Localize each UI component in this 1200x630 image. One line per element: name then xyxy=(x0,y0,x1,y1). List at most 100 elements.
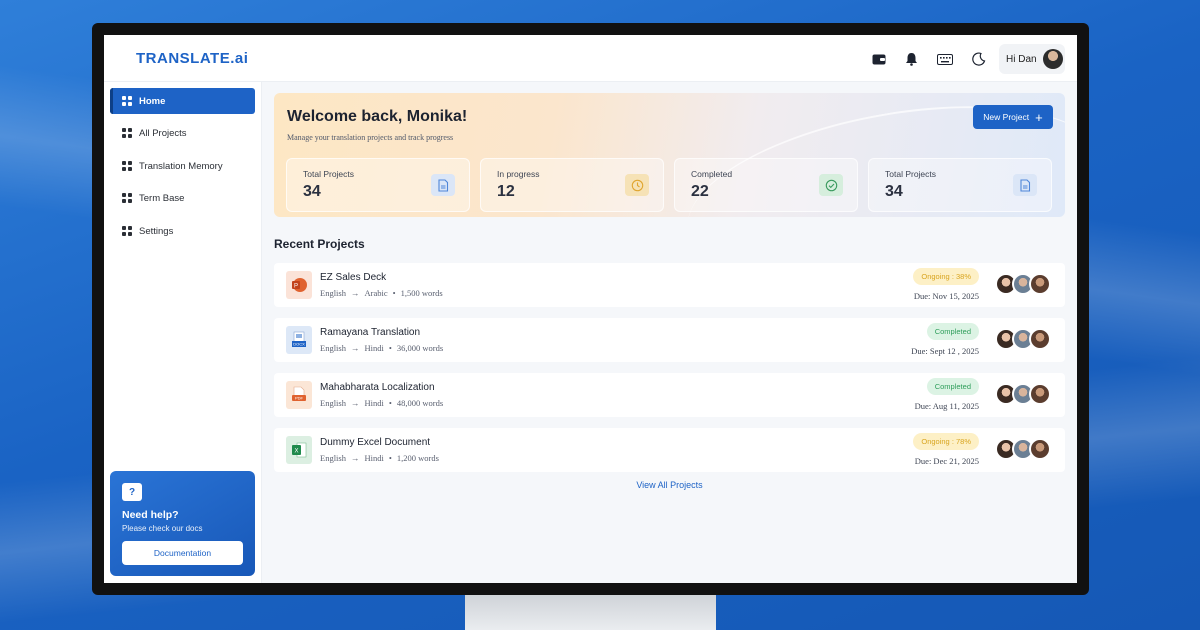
sidebar-item-label: Home xyxy=(139,95,166,107)
assignee-avatars xyxy=(995,438,1055,462)
bullet-icon: • xyxy=(388,398,392,408)
assignee-avatars xyxy=(995,273,1055,297)
sidebar-item-label: Settings xyxy=(139,225,174,237)
stat-value: 34 xyxy=(885,183,903,200)
due-date: Due: Sept 12 , 2025 xyxy=(911,346,979,356)
stat-card-total-projects[interactable]: Total Projects 34 xyxy=(286,158,470,212)
project-row[interactable]: PDF Mahabharata Localization English → H… xyxy=(274,373,1065,417)
question-icon: ? xyxy=(122,483,142,501)
wallet-icon[interactable] xyxy=(868,48,890,70)
stat-card-total-projects[interactable]: Total Projects 34 xyxy=(868,158,1052,212)
docx-file-icon: DOCX xyxy=(286,326,312,354)
stat-value: 12 xyxy=(497,183,515,200)
stat-value: 22 xyxy=(691,183,709,200)
stat-label: Total Projects xyxy=(303,169,355,179)
stat-card-in-progress[interactable]: In progress 12 xyxy=(480,158,664,212)
moon-icon[interactable] xyxy=(968,48,990,70)
sidebar-item-all-projects[interactable]: All Projects xyxy=(110,120,255,146)
word-count: 48,000 words xyxy=(396,398,444,408)
project-row[interactable]: DOCX Ramayana Translation English → Hind… xyxy=(274,318,1065,362)
project-name: EZ Sales Deck xyxy=(320,272,387,283)
due-date: Due: Dec 21, 2025 xyxy=(914,456,979,466)
due-date: Due: Nov 15, 2025 xyxy=(913,291,979,301)
sidebar-item-settings[interactable]: Settings xyxy=(110,218,255,244)
user-avatar xyxy=(1042,49,1063,69)
project-row[interactable]: X Dummy Excel Document English → Hindi •… xyxy=(274,428,1065,472)
status-badge: Ongoing : 78% xyxy=(913,433,979,450)
grid-icon xyxy=(122,128,132,138)
svg-text:X: X xyxy=(294,449,298,455)
avatar xyxy=(1029,273,1051,295)
recent-projects-title: Recent Projects xyxy=(274,237,365,251)
help-subtitle: Please check our docs xyxy=(122,524,203,533)
word-count: 1,500 words xyxy=(400,288,443,298)
welcome-banner: Welcome back, Monika! Manage your transl… xyxy=(274,93,1065,217)
monitor-frame: TRANSLATE.ai Hi Dan Home All Projects Tr… xyxy=(92,23,1089,595)
project-meta: English → Hindi • 1,200 words xyxy=(320,453,439,463)
svg-text:DOCX: DOCX xyxy=(293,342,305,347)
stat-value: 34 xyxy=(303,183,321,200)
app-logo[interactable]: TRANSLATE.ai xyxy=(136,50,248,67)
project-meta: English → Arabic • 1,500 words xyxy=(320,288,443,298)
check-circle-icon xyxy=(819,174,843,196)
clock-icon xyxy=(625,174,649,196)
avatar xyxy=(1029,383,1051,405)
monitor-stand xyxy=(465,595,716,630)
plus-icon: + xyxy=(1035,109,1043,125)
arrow-right-icon: → xyxy=(350,453,360,463)
excel-file-icon: X xyxy=(286,436,312,464)
sidebar-item-label: Translation Memory xyxy=(139,160,223,172)
target-language: Hindi xyxy=(364,453,384,463)
stat-label: Total Projects xyxy=(885,169,937,179)
view-all-projects-link[interactable]: View All Projects xyxy=(274,480,1065,490)
bullet-icon: • xyxy=(388,343,392,353)
arrow-right-icon: → xyxy=(350,288,360,298)
welcome-subtitle: Manage your translation projects and tra… xyxy=(287,133,454,142)
project-meta: English → Hindi • 48,000 words xyxy=(320,398,443,408)
source-language: English xyxy=(320,453,346,463)
grid-icon xyxy=(122,161,132,171)
project-name: Mahabharata Localization xyxy=(320,382,435,393)
status-badge: Completed xyxy=(926,323,979,340)
stat-label: Completed xyxy=(691,169,733,179)
bullet-icon: • xyxy=(392,288,396,298)
view-all-label: View All Projects xyxy=(636,480,703,490)
top-bar: TRANSLATE.ai Hi Dan xyxy=(104,35,1077,82)
source-language: English xyxy=(320,343,346,353)
document-icon xyxy=(1013,174,1037,196)
user-menu[interactable]: Hi Dan xyxy=(999,44,1065,74)
documentation-button[interactable]: Documentation xyxy=(122,541,243,565)
project-name: Ramayana Translation xyxy=(320,327,421,338)
source-language: English xyxy=(320,288,346,298)
status-badge: Completed xyxy=(926,378,979,395)
project-row[interactable]: P EZ Sales Deck English → Arabic • 1,500… xyxy=(274,263,1065,307)
welcome-title: Welcome back, Monika! xyxy=(287,108,468,125)
assignee-avatars xyxy=(995,328,1055,352)
sidebar-item-label: All Projects xyxy=(139,127,187,139)
document-icon xyxy=(431,174,455,196)
target-language: Hindi xyxy=(364,398,384,408)
user-greeting: Hi Dan xyxy=(1006,53,1037,65)
stat-card-completed[interactable]: Completed 22 xyxy=(674,158,858,212)
powerpoint-file-icon: P xyxy=(286,271,312,299)
grid-icon xyxy=(122,226,132,236)
sidebar-item-home[interactable]: Home xyxy=(110,88,255,114)
target-language: Hindi xyxy=(364,343,384,353)
new-project-button[interactable]: New Project + xyxy=(973,105,1053,129)
source-language: English xyxy=(320,398,346,408)
arrow-right-icon: → xyxy=(350,398,360,408)
target-language: Arabic xyxy=(364,288,388,298)
grid-icon xyxy=(122,193,132,203)
due-date: Due: Aug 11, 2025 xyxy=(914,401,979,411)
sidebar-item-term-base[interactable]: Term Base xyxy=(110,185,255,211)
sidebar-item-translation-memory[interactable]: Translation Memory xyxy=(110,153,255,179)
svg-text:P: P xyxy=(294,284,298,290)
keyboard-icon[interactable] xyxy=(934,48,956,70)
app-screen: TRANSLATE.ai Hi Dan Home All Projects Tr… xyxy=(104,35,1077,583)
assignee-avatars xyxy=(995,383,1055,407)
bell-icon[interactable] xyxy=(900,48,922,70)
word-count: 36,000 words xyxy=(396,343,444,353)
sidebar-item-label: Term Base xyxy=(139,192,185,204)
new-project-label: New Project xyxy=(983,112,1030,122)
help-title: Need help? xyxy=(122,509,179,521)
